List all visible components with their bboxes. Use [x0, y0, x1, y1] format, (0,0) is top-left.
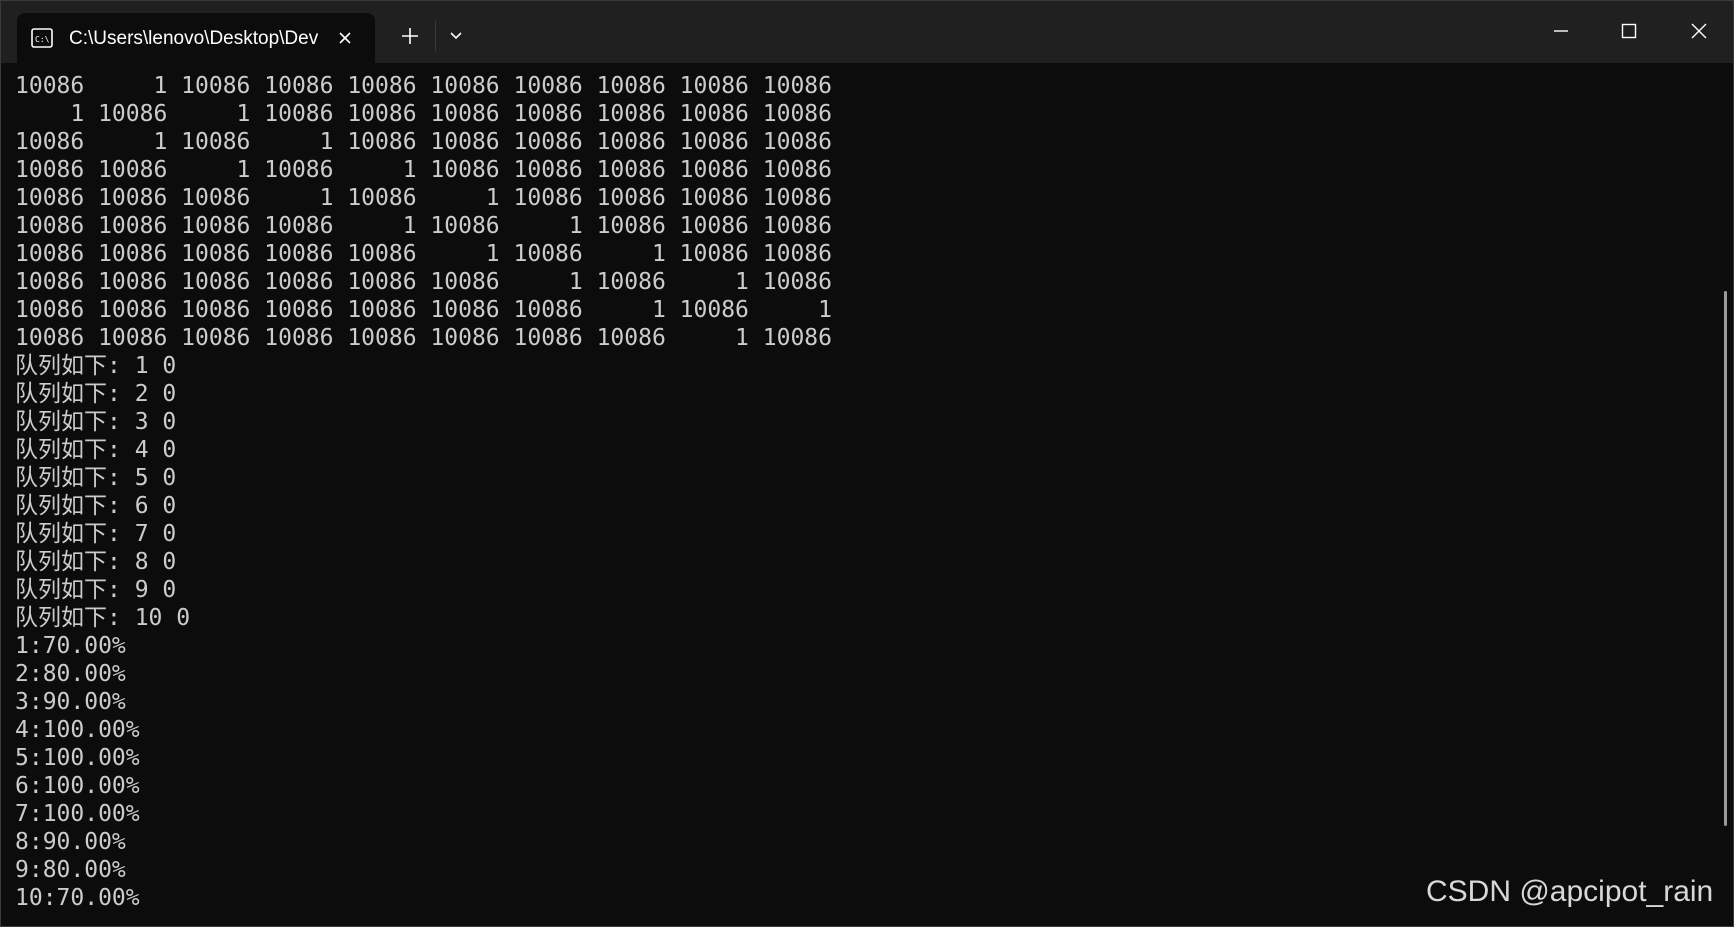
- minimize-icon: [1554, 30, 1568, 32]
- console-line: 10086 10086 10086 10086 10086 10086 1008…: [15, 325, 832, 351]
- console-line: 10086 10086 10086 10086 10086 10086 1 10…: [15, 269, 832, 295]
- console-icon: C:\: [31, 27, 53, 49]
- console-line: 队列如下: 8 0: [15, 549, 177, 575]
- console-line: 队列如下: 5 0: [15, 465, 177, 491]
- console-line: 4:100.00%: [15, 717, 140, 743]
- console-line: 队列如下: 7 0: [15, 521, 177, 547]
- tab-dropdown-button[interactable]: [441, 21, 471, 51]
- console-line: 3:90.00%: [15, 689, 126, 715]
- console-line: 10086 1 10086 1 10086 10086 10086 10086 …: [15, 129, 832, 155]
- console-line: 1:70.00%: [15, 633, 126, 659]
- new-tab-button[interactable]: [395, 21, 425, 51]
- minimize-button[interactable]: [1533, 9, 1589, 53]
- console-line: 10086 10086 10086 10086 1 10086 1 10086 …: [15, 213, 832, 239]
- tab-active[interactable]: C:\ C:\Users\lenovo\Desktop\Dev: [17, 13, 375, 63]
- console-line: 2:80.00%: [15, 661, 126, 687]
- console-line: 10086 10086 10086 10086 10086 1 10086 1 …: [15, 241, 832, 267]
- close-window-button[interactable]: [1671, 9, 1727, 53]
- console-line: 队列如下: 3 0: [15, 409, 177, 435]
- terminal-window: C:\ C:\Users\lenovo\Desktop\Dev 10086 1 …: [0, 0, 1734, 927]
- console-line: 队列如下: 6 0: [15, 493, 177, 519]
- console-line: 10086 1 10086 10086 10086 10086 10086 10…: [15, 73, 832, 99]
- vertical-scrollbar[interactable]: [1724, 291, 1727, 826]
- tab-title: C:\Users\lenovo\Desktop\Dev: [69, 28, 319, 49]
- console-line: 队列如下: 1 0: [15, 353, 177, 379]
- console-line: 5:100.00%: [15, 745, 140, 771]
- maximize-icon: [1621, 23, 1637, 39]
- close-tab-icon[interactable]: [333, 26, 357, 50]
- chevron-down-icon: [450, 32, 462, 40]
- console-line: 1 10086 1 10086 10086 10086 10086 10086 …: [15, 101, 832, 127]
- console-line: 10086 10086 1 10086 1 10086 10086 10086 …: [15, 157, 832, 183]
- tab-separator: [435, 21, 436, 51]
- svg-text:C:\: C:\: [35, 35, 50, 44]
- plus-icon: [402, 28, 418, 44]
- console-line: 队列如下: 4 0: [15, 437, 177, 463]
- console-line: 10086 10086 10086 1 10086 1 10086 10086 …: [15, 185, 832, 211]
- console-output[interactable]: 10086 1 10086 10086 10086 10086 10086 10…: [15, 72, 1715, 924]
- console-line: 队列如下: 9 0: [15, 577, 177, 603]
- close-icon: [1691, 23, 1707, 39]
- console-line: 6:100.00%: [15, 773, 140, 799]
- console-line: 队列如下: 2 0: [15, 381, 177, 407]
- console-line: 队列如下: 10 0: [15, 605, 191, 631]
- title-bar[interactable]: C:\ C:\Users\lenovo\Desktop\Dev: [1, 1, 1733, 63]
- maximize-button[interactable]: [1601, 9, 1657, 53]
- console-line: 8:90.00%: [15, 829, 126, 855]
- console-line: 10086 10086 10086 10086 10086 10086 1008…: [15, 297, 832, 323]
- watermark: CSDN @apcipot_rain: [1426, 875, 1714, 908]
- console-line: 7:100.00%: [15, 801, 140, 827]
